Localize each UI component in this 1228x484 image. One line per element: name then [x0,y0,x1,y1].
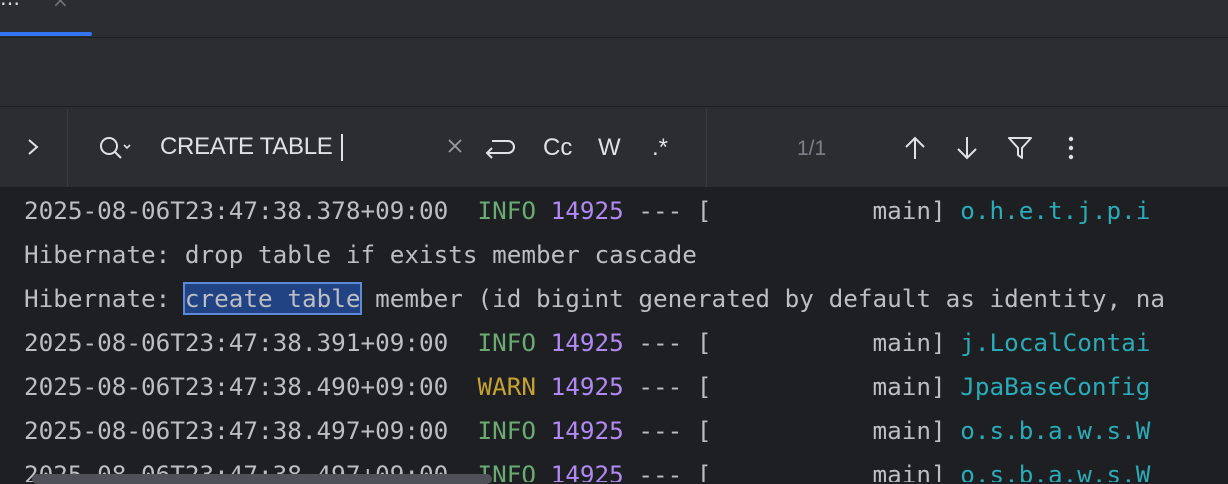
log-logger-link[interactable]: JpaBaseConfig [960,372,1150,401]
log-thread: main] [711,372,946,401]
divider [67,109,68,187]
tab-overflow-label[interactable]: … [0,0,21,10]
log-pid: 14925 [550,328,624,357]
search-history-icon[interactable] [98,135,132,161]
log-level: INFO [477,416,536,445]
log-separator: --- [ [623,328,712,357]
log-pid: 14925 [550,372,624,401]
log-pid: 14925 [550,460,624,482]
regex-button[interactable]: .* [652,136,668,160]
log-separator: --- [ [623,372,712,401]
log-separator: --- [ [623,196,712,225]
log-line: 2025-08-06T23:47:38.391+09:00 INFO 14925… [24,325,1150,361]
log-level: WARN [477,372,536,401]
match-case-button[interactable]: Cc [543,136,572,160]
log-thread: main] [711,196,946,225]
log-separator: --- [ [623,460,712,482]
log-logger-link[interactable]: o.h.e.t.j.p.i [960,196,1150,225]
arrow-up-icon[interactable] [903,135,927,161]
log-line: 2025-08-06T23:47:38.378+09:00 INFO 14925… [24,193,1150,229]
match-counter: 1/1 [797,137,827,160]
log-timestamp: 2025-08-06T23:47:38.378+09:00 [24,196,449,225]
search-input[interactable] [160,131,440,163]
log-text: Hibernate: [24,284,185,313]
chevron-right-icon[interactable] [26,137,40,157]
more-options-icon[interactable] [1062,135,1080,161]
log-pid: 14925 [550,196,624,225]
log-logger-link[interactable]: o.s.b.a.w.s.W [960,416,1150,445]
log-line: Hibernate: drop table if exists member c… [24,240,697,269]
log-timestamp: 2025-08-06T23:47:38.490+09:00 [24,372,449,401]
text-caret [341,134,343,161]
log-level: INFO [477,196,536,225]
log-timestamp: 2025-08-06T23:47:38.497+09:00 [24,416,449,445]
log-thread: main] [711,328,946,357]
log-logger-link[interactable]: o.s.b.a.w.s.W [960,460,1150,482]
divider [706,109,707,187]
active-tab-indicator [0,32,92,36]
log-line: Hibernate: create table member (id bigin… [24,281,1165,317]
log-text: member (id bigint generated by default a… [360,284,1166,313]
new-line-icon[interactable] [484,133,516,161]
search-match-highlight: create table [182,282,363,315]
tab-close-icon[interactable]: × [52,0,69,12]
horizontal-scrollbar[interactable] [32,474,492,484]
log-level: INFO [477,328,536,357]
log-separator: --- [ [623,416,712,445]
log-timestamp: 2025-08-06T23:47:38.391+09:00 [24,328,449,357]
log-thread: main] [711,416,946,445]
filter-icon[interactable] [1007,135,1033,161]
toolbar-area [0,38,1228,106]
log-logger-link[interactable]: j.LocalContai [960,328,1150,357]
log-line: 2025-08-06T23:47:38.497+09:00 INFO 14925… [24,413,1150,449]
log-line: 2025-08-06T23:47:38.490+09:00 WARN 14925… [24,369,1150,405]
arrow-down-icon[interactable] [955,135,979,161]
tab-bar: … × [0,0,1228,38]
console-output[interactable]: 2025-08-06T23:47:38.378+09:00 INFO 14925… [0,187,1228,482]
words-button[interactable]: W [598,136,621,160]
log-thread: main] [711,460,946,482]
log-pid: 14925 [550,416,624,445]
search-bar: Cc W .* 1/1 [0,106,1228,188]
clear-search-icon[interactable] [446,137,464,155]
